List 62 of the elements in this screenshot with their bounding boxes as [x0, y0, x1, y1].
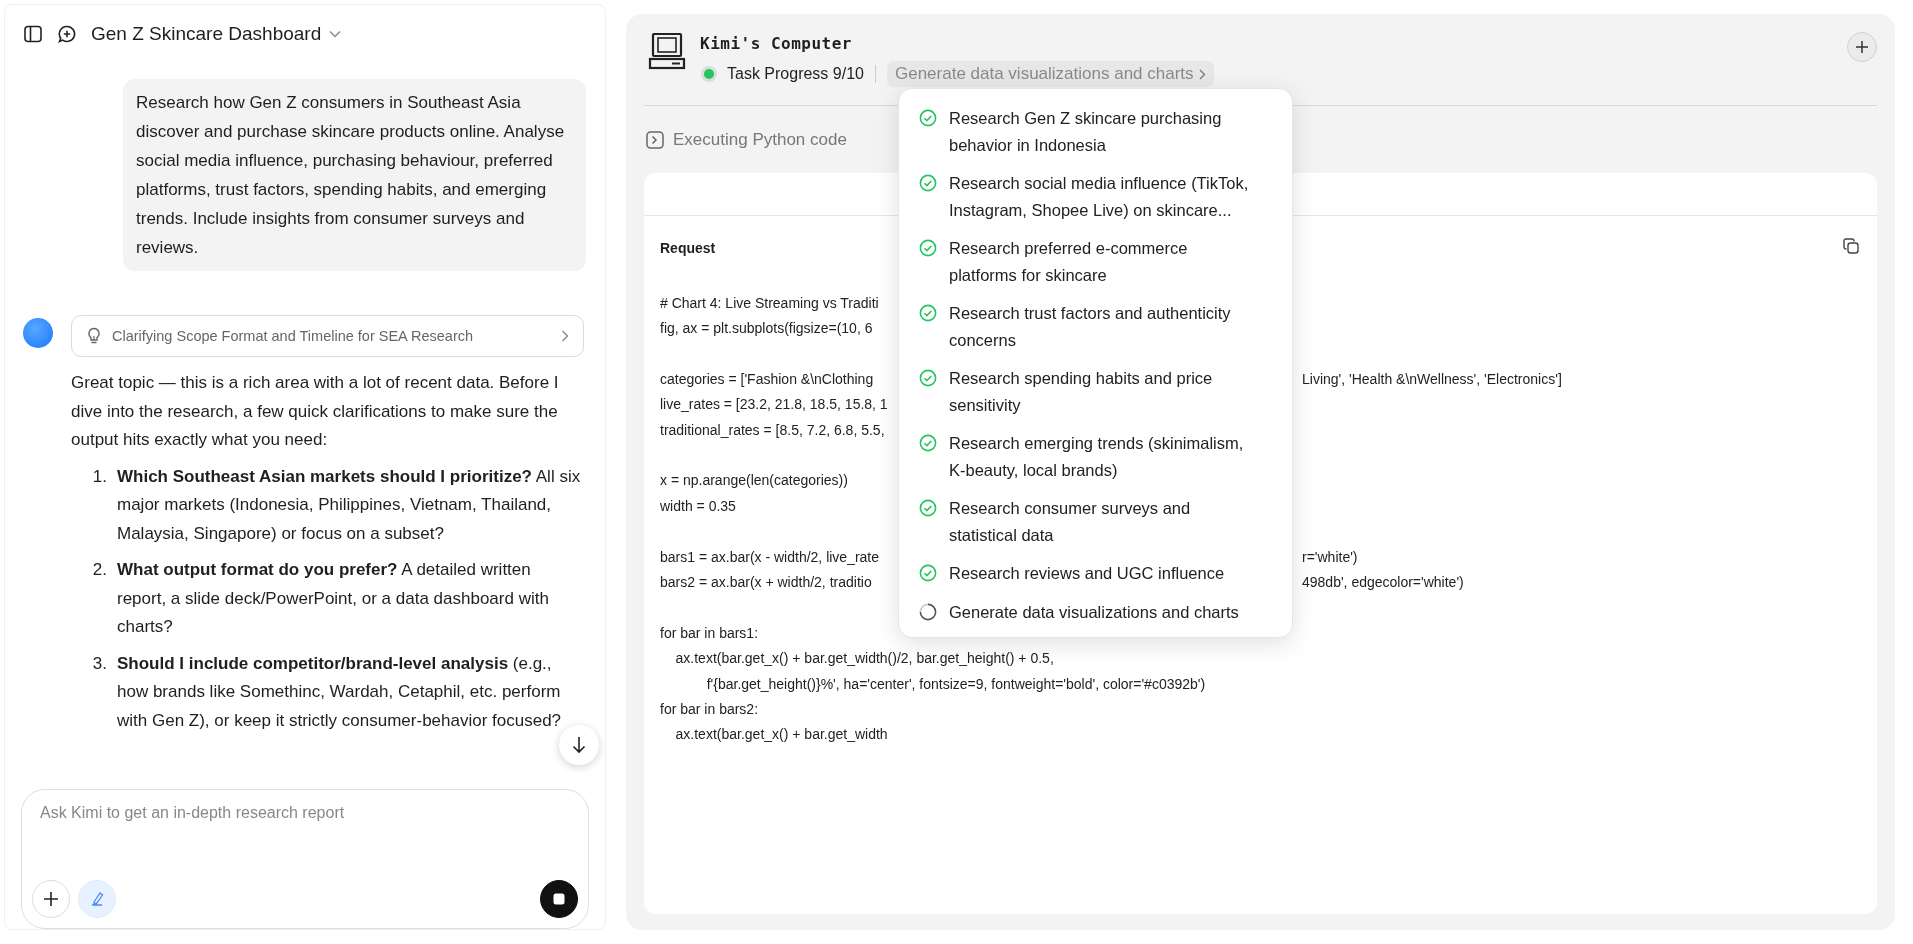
code-line: x = np.arange(len(categories)) — [660, 472, 849, 489]
code-line: for bar in bars1: — [660, 624, 760, 641]
list-number: 2. — [91, 559, 108, 581]
code-line: f'{bar.get_height()}%', ha='center', fontsize=9, fontweight='bold', color='#c0392b') — [705, 675, 1207, 692]
code-line: live_rates = [23.2, 21.8, 18.5, 15.8, 1 — [660, 396, 889, 413]
code-line: traditional_rates = [8.5, 7.2, 6.8, 5.5, — [660, 421, 886, 438]
chat-title-dropdown[interactable]: Gen Z Skincare Dashboard — [91, 23, 342, 45]
code-line: Living', 'Health &\nWellness', 'Electronics'] — [1302, 370, 1563, 387]
new-chat-button[interactable] — [57, 24, 77, 44]
copy-icon — [1843, 238, 1859, 254]
assistant-avatar — [23, 318, 53, 348]
thinking-step-button[interactable]: Clarifying Scope Format and Timeline for SEA Research — [71, 315, 584, 357]
user-message: Research how Gen Z consumers in Southeast Asia discover and purchase skincare products online. Analyse social media influence, purchasing behaviour, preferred platforms, trust factors, spending habits, and emerging trends. Include insights from consumer surveys and reviews. — [123, 79, 586, 271]
stop-button[interactable] — [540, 880, 578, 918]
scroll-down-button[interactable] — [559, 725, 599, 765]
request-label: Request — [660, 240, 716, 256]
new-chat-icon — [57, 24, 77, 44]
execution-status: Executing Python code — [673, 130, 847, 150]
task-item[interactable]: Research Gen Z skincare purchasing behavior in Indonesia — [949, 105, 1259, 158]
message-input[interactable]: Ask Kimi to get an in-depth research report — [32, 804, 578, 822]
assistant-message: Great topic — this is a rich area with a lot of recent data. Before I dive into the research, a few quick clarifications to make sure the output hits exactly what you need: — [71, 372, 560, 451]
code-line: width = 0.35 — [660, 497, 737, 514]
add-button[interactable] — [1847, 32, 1877, 62]
pen-icon — [89, 891, 105, 907]
sidebar-toggle-button[interactable] — [23, 24, 43, 44]
task-item[interactable]: Research reviews and UGC influence — [949, 560, 1225, 587]
question-item: Which Southeast Asian markets should I prioritize? All six major markets (Indonesia, Philippines, Vietnam, Thailand, Malaysia, Singapore) or focus on a subset? — [117, 465, 582, 545]
stop-icon — [553, 893, 565, 905]
lightbulb-icon — [86, 327, 102, 345]
arrow-down-icon — [572, 736, 586, 754]
plus-icon — [43, 891, 59, 907]
task-item[interactable]: Research emerging trends (skinimalism, K-beauty, local brands) — [949, 430, 1259, 483]
task-item[interactable]: Research spending habits and price sensitivity — [949, 365, 1259, 418]
computer-icon — [648, 32, 686, 70]
code-line: bars1 = ax.bar(x - width/2, live_rate — [660, 548, 881, 565]
code-line: bars2 = ax.bar(x + width/2, traditio — [660, 574, 873, 590]
question-item: What output format do you prefer? A detailed written report, a slide deck/PowerPoint, or a data dashboard with charts? — [117, 559, 550, 638]
chevron-right-icon — [561, 330, 569, 342]
code-line: ax.text(bar.get_x() + bar.get_width()/2, bar.get_height() + 0.5, — [674, 650, 1055, 667]
question-item: Should I include competitor/brand-level analysis (e.g., how brands like Somethinc, Wardah, Cetaphil, etc. perform with Gen Z), or keep it strictly consumer-behavior focused? — [117, 652, 563, 732]
task-progress-label: Task Progress 9/10 — [727, 65, 864, 83]
code-line: fig, ax = plt.subplots(figsize=(10, 6 — [660, 320, 874, 337]
code-line: # Chart 4: Live Streaming vs Traditi — [660, 294, 880, 311]
code-line: 498db', edgecolor='white') — [1302, 574, 1465, 590]
task-item[interactable]: Research social media influence (TikTok, Instagram, Shopee Live) on skincare... — [949, 170, 1259, 223]
chevron-down-icon — [329, 30, 342, 38]
task-item[interactable]: Research consumer surveys and statistical data — [949, 495, 1259, 548]
task-item[interactable]: Research trust factors and authenticity concerns — [949, 300, 1259, 353]
panel-title: Kimi's Computer — [700, 34, 853, 53]
plus-icon — [1855, 40, 1869, 54]
code-line: r='white') — [1302, 548, 1359, 565]
status-dot-icon — [700, 65, 718, 83]
task-item[interactable]: Research preferred e-commerce platforms for skincare — [949, 235, 1259, 288]
list-number: 1. — [91, 465, 108, 488]
code-line: for bar in bars2: — [660, 700, 760, 717]
task-item[interactable]: Generate data visualizations and charts — [949, 598, 1239, 625]
code-line: categories = ['Fashion &\nClothing — [660, 370, 875, 387]
sidebar-icon — [23, 24, 43, 44]
list-number: 3. — [91, 652, 108, 675]
chevron-right-icon — [1198, 68, 1206, 80]
code-line: ax.text(bar.get_x() + bar.get_width — [674, 726, 889, 743]
terminal-icon — [646, 131, 664, 149]
